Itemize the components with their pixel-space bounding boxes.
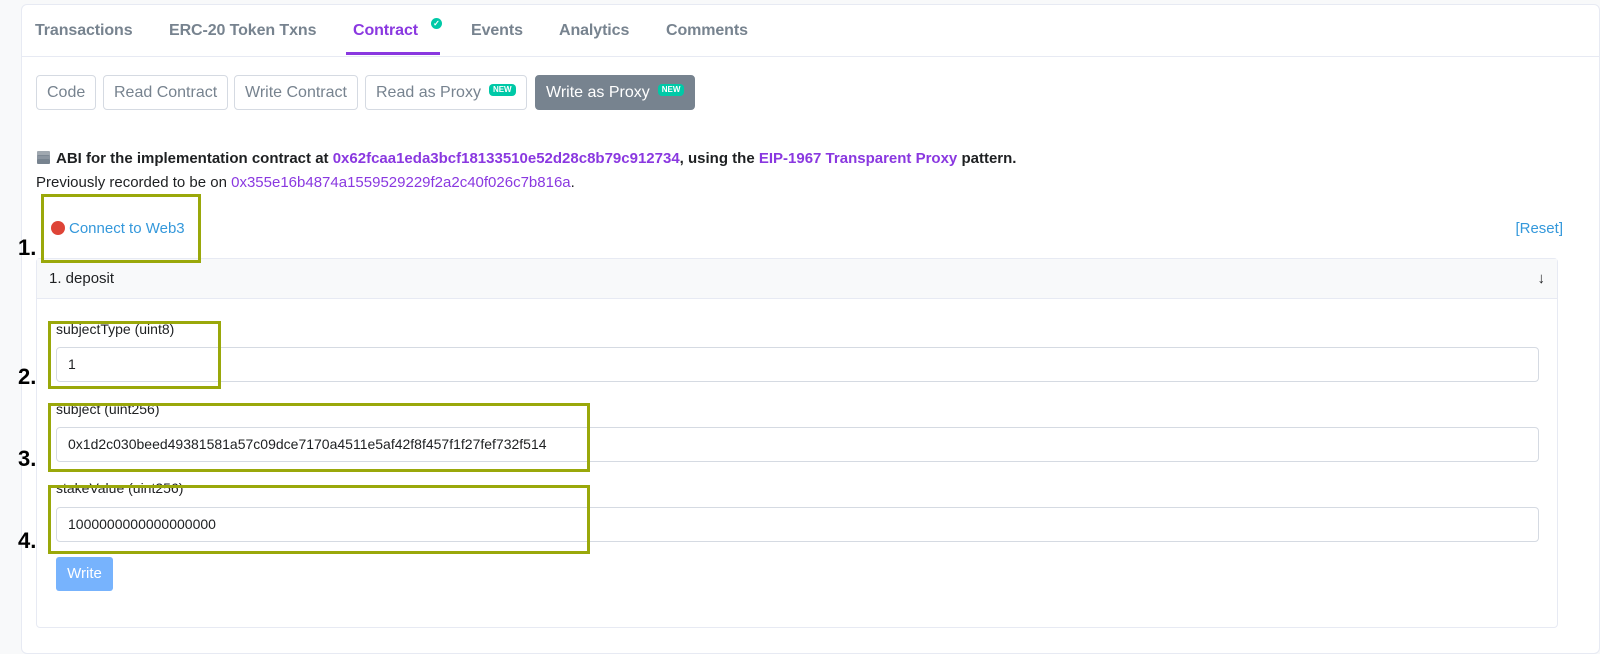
read-as-proxy-button[interactable]: Read as Proxy NEW	[365, 75, 527, 110]
code-button-label: Code	[47, 84, 86, 101]
previous-address-link[interactable]: 0x355e16b4874a1559529229f2a2c40f026c7b81…	[231, 174, 571, 191]
layers-icon	[36, 151, 51, 165]
tab-analytics[interactable]: Analytics	[559, 22, 629, 40]
write-as-proxy-label: Write as Proxy	[546, 84, 650, 101]
previous-suffix: .	[570, 174, 575, 191]
subject-input[interactable]: 0x1d2c030beed49381581a57c09dce7170a4511e…	[56, 427, 1539, 462]
new-badge: NEW	[657, 84, 685, 96]
tab-contract[interactable]: Contract	[353, 22, 418, 40]
arrow-down-icon: ↓	[1537, 270, 1546, 287]
tab-transactions[interactable]: Transactions	[35, 22, 133, 40]
write-contract-button[interactable]: Write Contract	[234, 75, 358, 110]
write-button[interactable]: Write	[56, 557, 113, 591]
write-contract-label: Write Contract	[245, 84, 347, 101]
subject-type-label: subjectType (uint8)	[56, 321, 175, 337]
abi-middle: , using the	[679, 150, 759, 167]
implementation-address-link[interactable]: 0x62fcaa1eda3bcf18133510e52d28c8b79c9127…	[333, 150, 680, 167]
new-badge: NEW	[488, 84, 516, 96]
abi-suffix: pattern.	[957, 150, 1017, 167]
connect-web3-button[interactable]: Connect to Web3	[51, 220, 185, 237]
reset-link[interactable]: [Reset]	[1515, 220, 1563, 237]
read-contract-label: Read Contract	[114, 84, 218, 101]
code-button[interactable]: Code	[36, 75, 97, 110]
tab-erc20-token-txns[interactable]: ERC-20 Token Txns	[169, 22, 316, 40]
previous-implementation: Previously recorded to be on 0x355e16b48…	[36, 174, 575, 191]
previous-prefix: Previously recorded to be on	[36, 174, 232, 191]
active-tab-indicator	[346, 52, 440, 55]
annotation-number-1: 1.	[18, 235, 37, 260]
stake-value-input[interactable]: 1000000000000000000	[56, 507, 1539, 542]
proxy-pattern-link[interactable]: EIP-1967 Transparent Proxy	[759, 150, 957, 167]
abi-prefix: ABI for the implementation contract at	[56, 150, 333, 167]
write-as-proxy-button[interactable]: Write as Proxy NEW	[535, 75, 696, 110]
subject-type-input[interactable]: 1	[56, 347, 1539, 382]
connect-web3-label: Connect to Web3	[69, 220, 185, 237]
disconnected-status-icon	[51, 221, 65, 235]
function-deposit: 1. deposit ↓ subjectType (uint8) 1 subje…	[36, 258, 1558, 628]
tab-bar: Transactions ERC-20 Token Txns Contract …	[22, 5, 1599, 57]
read-contract-button[interactable]: Read Contract	[103, 75, 229, 110]
annotation-number-3: 3.	[18, 446, 37, 471]
verified-check-icon: ✓	[431, 18, 442, 29]
tab-comments[interactable]: Comments	[666, 22, 748, 40]
stake-value-label: stakeValue (uint256)	[56, 480, 184, 496]
function-deposit-header[interactable]: 1. deposit ↓	[37, 259, 1557, 299]
contract-card: Transactions ERC-20 Token Txns Contract …	[21, 4, 1600, 654]
subject-label: subject (uint256)	[56, 401, 160, 417]
function-title: 1. deposit	[49, 270, 115, 287]
tab-events[interactable]: Events	[471, 22, 523, 40]
annotation-number-4: 4.	[18, 528, 37, 553]
abi-info: ABI for the implementation contract at 0…	[36, 150, 1016, 167]
annotation-number-2: 2.	[18, 364, 37, 389]
read-as-proxy-label: Read as Proxy	[376, 84, 481, 101]
